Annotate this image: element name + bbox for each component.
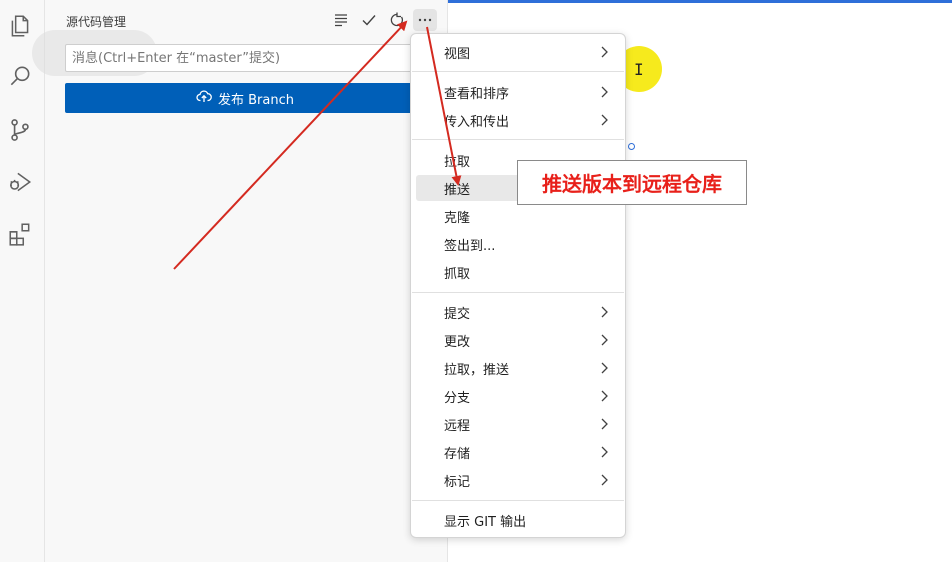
menu-item-remote[interactable]: 远程 <box>416 411 620 437</box>
marker-dot <box>628 143 635 150</box>
menu-item-changes[interactable]: 更改 <box>416 327 620 353</box>
chevron-right-icon <box>601 446 608 458</box>
menu-item-label: 签出到... <box>444 238 496 254</box>
menu-separator <box>412 71 624 72</box>
chevron-right-icon <box>601 86 608 98</box>
menu-item-label: 克隆 <box>444 210 471 226</box>
panel-title: 源代码管理 <box>66 15 127 29</box>
commit-message-input[interactable] <box>65 44 425 72</box>
source-control-panel: 源代码管理 发布 B <box>32 0 448 562</box>
source-control-icon[interactable] <box>6 116 34 144</box>
chevron-right-icon <box>601 474 608 486</box>
run-debug-icon[interactable] <box>6 168 34 196</box>
search-icon[interactable] <box>6 62 34 90</box>
menu-separator <box>412 139 624 140</box>
menu-item-label: 拉取 <box>444 154 471 170</box>
chevron-right-icon <box>601 46 608 58</box>
menu-item-incoming-outgoing[interactable]: 传入和传出 <box>416 107 620 133</box>
extensions-icon[interactable] <box>6 220 34 248</box>
menu-item-commit[interactable]: 提交 <box>416 299 620 325</box>
more-actions-icon[interactable] <box>413 9 437 31</box>
menu-item-view-sort[interactable]: 查看和排序 <box>416 79 620 105</box>
menu-item-pull-push[interactable]: 拉取，推送 <box>416 355 620 381</box>
chevron-right-icon <box>601 390 608 402</box>
chevron-right-icon <box>601 306 608 318</box>
chevron-right-icon <box>601 418 608 430</box>
menu-item-label: 更改 <box>444 334 471 350</box>
menu-item-show-git-output[interactable]: 显示 GIT 输出 <box>416 507 620 533</box>
menu-item-label: 抓取 <box>444 266 471 282</box>
menu-item-label: 查看和排序 <box>444 86 510 102</box>
text-cursor-icon: I <box>634 60 644 79</box>
view-as-tree-icon[interactable] <box>329 9 353 31</box>
menu-item-label: 标记 <box>444 474 471 490</box>
chevron-right-icon <box>601 114 608 126</box>
menu-item-label: 分支 <box>444 390 471 406</box>
menu-item-view[interactable]: 视图 <box>416 39 620 65</box>
menu-item-clone[interactable]: 克隆 <box>416 203 620 229</box>
activity-bar <box>0 0 45 562</box>
menu-item-label: 推送 <box>444 182 471 198</box>
menu-separator <box>412 500 624 501</box>
publish-branch-button[interactable]: 发布 Branch <box>65 83 425 113</box>
menu-item-branch[interactable]: 分支 <box>416 383 620 409</box>
menu-item-label: 显示 GIT 输出 <box>444 514 527 530</box>
menu-item-label: 存储 <box>444 446 471 462</box>
chevron-right-icon <box>601 334 608 346</box>
more-actions-menu: 视图 查看和排序 传入和传出 拉取 推送 克隆 签出到... 抓取 提交 更改 … <box>410 33 626 538</box>
menu-item-stash[interactable]: 存储 <box>416 439 620 465</box>
menu-separator <box>412 292 624 293</box>
chevron-right-icon <box>601 362 608 374</box>
menu-item-label: 提交 <box>444 306 471 322</box>
commit-check-icon[interactable] <box>357 9 381 31</box>
refresh-icon[interactable] <box>385 9 409 31</box>
annotation-callout: 推送版本到远程仓库 <box>517 160 747 205</box>
menu-item-label: 远程 <box>444 418 471 434</box>
menu-item-checkout[interactable]: 签出到... <box>416 231 620 257</box>
menu-item-fetch[interactable]: 抓取 <box>416 259 620 285</box>
publish-branch-label: 发布 Branch <box>218 92 294 108</box>
menu-item-label: 传入和传出 <box>444 114 510 130</box>
cloud-upload-icon <box>196 88 212 108</box>
menu-item-label: 拉取，推送 <box>444 362 510 378</box>
menu-item-label: 视图 <box>444 46 471 62</box>
menu-item-tags[interactable]: 标记 <box>416 467 620 493</box>
files-icon[interactable] <box>6 12 34 40</box>
panel-actions <box>329 9 437 31</box>
